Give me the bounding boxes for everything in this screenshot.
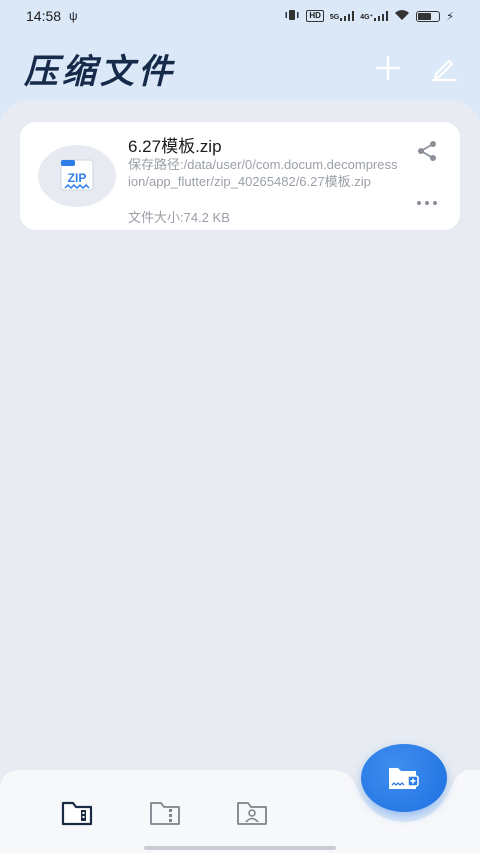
vibrate-icon bbox=[284, 9, 300, 23]
signal-bars-icon bbox=[340, 11, 355, 21]
folder-user-icon bbox=[237, 802, 267, 825]
status-left: 14:58 ψ bbox=[26, 8, 78, 24]
wifi-icon bbox=[394, 9, 410, 23]
home-indicator bbox=[144, 846, 336, 850]
edit-icon bbox=[431, 59, 458, 82]
usb-icon: ψ bbox=[69, 9, 78, 23]
share-button[interactable] bbox=[414, 138, 440, 164]
status-right: HD 5G 4G⁺ ⚡ bbox=[284, 9, 454, 23]
add-button[interactable] bbox=[370, 50, 406, 86]
app-header: 压缩文件 bbox=[0, 32, 480, 104]
zip-folder-icon bbox=[61, 801, 93, 826]
more-dots-icon bbox=[417, 201, 437, 205]
battery-icon bbox=[416, 10, 441, 22]
share-icon bbox=[418, 141, 436, 161]
zip-thumb-label: ZIP bbox=[68, 171, 87, 185]
charging-icon: ⚡ bbox=[446, 10, 454, 23]
folder-zip-icon bbox=[150, 802, 180, 825]
more-options-button[interactable] bbox=[414, 194, 440, 212]
network-type-label-2: 4G⁺ bbox=[360, 14, 374, 21]
plus-icon bbox=[375, 55, 401, 81]
file-card[interactable]: ZIP 6.27模板.zip 保存路径:/data/user/0/com.doc… bbox=[20, 122, 460, 230]
file-list-panel: ZIP 6.27模板.zip 保存路径:/data/user/0/com.doc… bbox=[0, 100, 480, 800]
header-actions bbox=[370, 50, 462, 86]
folder-add-icon bbox=[389, 768, 419, 789]
tab-profile[interactable] bbox=[235, 798, 269, 828]
zip-file-thumbnail: ZIP bbox=[38, 145, 116, 207]
status-time: 14:58 bbox=[26, 8, 62, 24]
hd-badge: HD bbox=[306, 10, 324, 22]
tab-zip-files[interactable] bbox=[60, 798, 94, 828]
network-type-label: 5G bbox=[329, 14, 340, 21]
status-bar: 14:58 ψ HD 5G 4G⁺ ⚡ bbox=[0, 0, 480, 32]
file-name: 6.27模板.zip bbox=[128, 137, 222, 156]
create-archive-fab[interactable] bbox=[361, 744, 447, 812]
zip-file-icon: ZIP bbox=[60, 159, 94, 191]
file-size: 文件大小:74.2 KB bbox=[128, 210, 230, 225]
file-path: 保存路径:/data/user/0/com.docum.decompressio… bbox=[128, 157, 398, 189]
edit-button[interactable] bbox=[426, 50, 462, 86]
signal-bars-icon-2 bbox=[374, 11, 389, 21]
tab-extracted-files[interactable] bbox=[148, 798, 182, 828]
signal-5g: 5G bbox=[329, 11, 355, 21]
page-title: 压缩文件 bbox=[24, 51, 176, 92]
signal-4g: 4G⁺ bbox=[360, 11, 389, 21]
